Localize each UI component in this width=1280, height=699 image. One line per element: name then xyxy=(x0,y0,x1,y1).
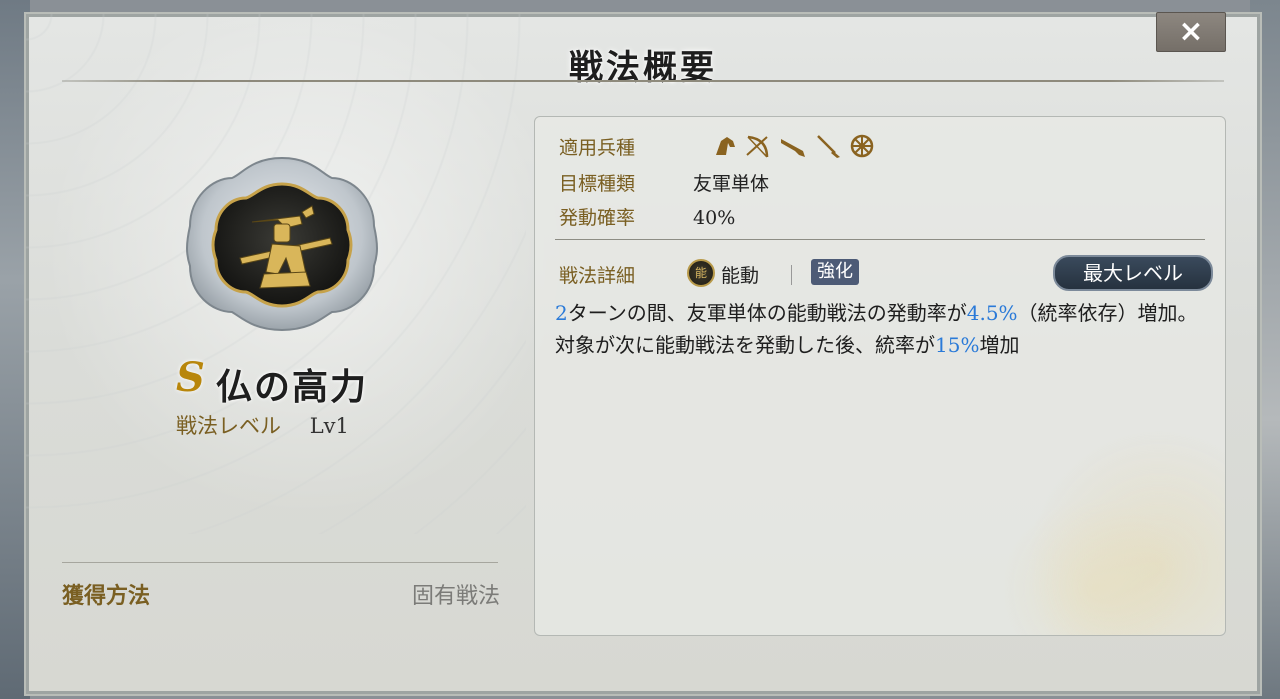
description-value: 15% xyxy=(935,333,980,357)
acquisition-divider xyxy=(62,562,498,563)
rate-value: 40% xyxy=(693,207,736,229)
cavalry-icon xyxy=(716,137,735,155)
rate-label: 発動確率 xyxy=(559,207,636,229)
skill-summary-panel: 戦法概要 × S 仏の高力 戦法レベル Lv1 獲得方法 固有戦法 適用兵種 目… xyxy=(24,12,1262,696)
title-divider xyxy=(62,80,1224,82)
strengthen-badge: 強化 xyxy=(811,259,859,285)
active-type-icon: 能 xyxy=(687,259,715,287)
gun-icon xyxy=(781,139,805,157)
target-row: 目標種類 友軍単体 xyxy=(559,169,769,196)
description-text: ターンの間、友軍単体の能動戦法の発動率が xyxy=(567,301,967,325)
description-text: 増加 xyxy=(979,333,1020,357)
target-label: 目標種類 xyxy=(559,173,636,195)
acquisition-value: 固有戦法 xyxy=(411,584,500,609)
skill-level-label: 戦法レベル xyxy=(176,414,281,438)
skill-level-value: Lv1 xyxy=(309,414,349,438)
max-level-button[interactable]: 最大レベル xyxy=(1053,255,1213,291)
troop-type-icons xyxy=(713,133,875,159)
samurai-spear-emblem-icon xyxy=(186,156,378,332)
skill-level-row: 戦法レベル Lv1 xyxy=(176,410,349,440)
skill-rank: S xyxy=(176,354,205,401)
detail-divider xyxy=(791,265,792,285)
detail-row: 戦法詳細 能 能動 強化 最大レベル xyxy=(559,255,1213,291)
close-icon: × xyxy=(1178,14,1204,49)
wheel-icon xyxy=(850,134,874,158)
skill-info-box: 適用兵種 目標種類 友軍単体 発動確率 40% 戦法詳細 能 能動 強化 最大レ… xyxy=(534,116,1226,636)
description-value: 4.5% xyxy=(966,301,1018,325)
target-value: 友軍単体 xyxy=(693,173,770,195)
info-divider xyxy=(555,239,1205,240)
description-value: 2 xyxy=(555,301,568,325)
skill-name-row: S 仏の高力 xyxy=(166,354,406,408)
header: 戦法概要 xyxy=(26,14,1260,88)
bow-icon xyxy=(746,135,769,158)
rate-row: 発動確率 40% xyxy=(559,203,735,230)
skill-type-value: 能動 xyxy=(721,265,760,287)
spear-icon xyxy=(817,135,840,158)
skill-description: 2ターンの間、友軍単体の能動戦法の発動率が4.5%（統率依存）増加。対象が次に能… xyxy=(555,297,1205,361)
close-button[interactable]: × xyxy=(1156,12,1226,52)
troop-type-row: 適用兵種 xyxy=(559,133,959,161)
troop-type-label: 適用兵種 xyxy=(559,137,636,159)
skill-name: 仏の高力 xyxy=(216,366,369,408)
detail-label: 戦法詳細 xyxy=(559,265,636,287)
acquisition-label: 獲得方法 xyxy=(62,583,151,609)
